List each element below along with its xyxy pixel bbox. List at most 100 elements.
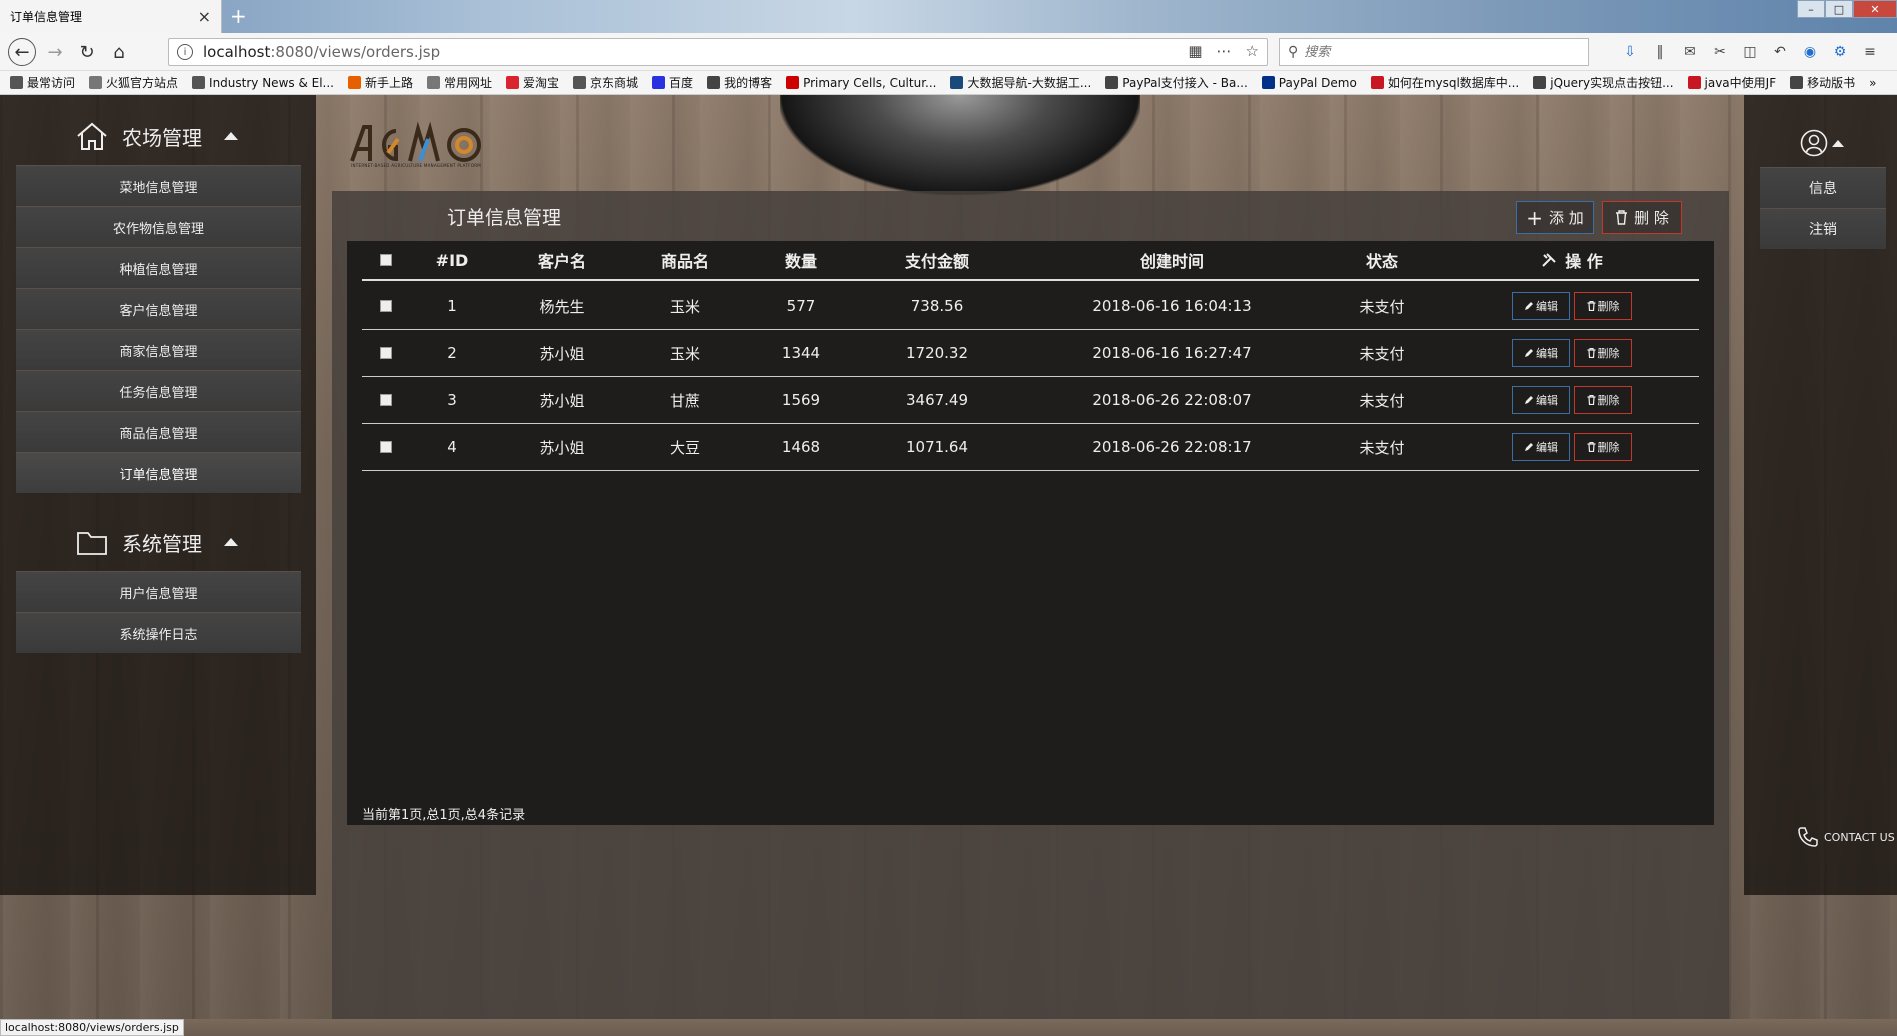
edit-button[interactable]: 编辑 bbox=[1512, 292, 1570, 320]
sidebar-item[interactable]: 农作物信息管理 bbox=[16, 206, 301, 247]
sidebar-item[interactable]: 种植信息管理 bbox=[16, 247, 301, 288]
url-bar[interactable]: i localhost:8080/views/orders.jsp ▦ ⋯ ☆ bbox=[168, 38, 1268, 66]
sidebar-item[interactable]: 用户信息管理 bbox=[16, 571, 301, 612]
col-amount[interactable]: 支付金额 bbox=[872, 241, 1002, 279]
bookmark-item[interactable]: java中使用JF bbox=[1687, 74, 1776, 91]
row-select-cell bbox=[376, 424, 396, 470]
bookmark-item[interactable]: 常用网址 bbox=[427, 74, 492, 91]
back-arrow-icon[interactable]: ← bbox=[8, 38, 36, 66]
bookmark-label: 大数据导航-大数据工... bbox=[967, 76, 1092, 90]
col-customer[interactable]: 客户名 bbox=[512, 241, 612, 279]
delete-button[interactable]: 删 除 bbox=[1602, 201, 1682, 234]
edit-button-label: 编辑 bbox=[1536, 300, 1558, 313]
page-actions-icon[interactable]: ⋯ bbox=[1217, 42, 1232, 60]
edit-button[interactable]: 编辑 bbox=[1512, 339, 1570, 367]
close-window-icon[interactable]: ✕ bbox=[1853, 0, 1897, 18]
bookmark-label: jQuery实现点击按钮... bbox=[1550, 76, 1674, 90]
row-delete-button[interactable]: 删除 bbox=[1574, 386, 1632, 414]
forward-arrow-icon[interactable]: → bbox=[42, 40, 68, 64]
contact-link[interactable]: CONTACT US bbox=[1796, 825, 1895, 849]
screenshot-icon[interactable]: ✂ bbox=[1710, 42, 1730, 62]
extension-icon[interactable]: ⚙ bbox=[1830, 42, 1850, 62]
col-quantity[interactable]: 数量 bbox=[756, 241, 846, 279]
bookmark-item[interactable]: PayPal支付接入 - Ba... bbox=[1105, 74, 1248, 91]
col-product[interactable]: 商品名 bbox=[630, 241, 740, 279]
edit-button[interactable]: 编辑 bbox=[1512, 386, 1570, 414]
pencil-icon bbox=[1525, 443, 1533, 451]
sidebar-item[interactable]: 商家信息管理 bbox=[16, 329, 301, 370]
bookmark-item[interactable]: 最常访问 bbox=[10, 74, 75, 91]
sync-icon[interactable]: ◉ bbox=[1800, 42, 1820, 62]
row-actions-cell: 编辑 删除 bbox=[1492, 377, 1652, 423]
row-delete-button[interactable]: 删除 bbox=[1574, 433, 1632, 461]
tab-close-icon[interactable]: × bbox=[198, 7, 211, 26]
bookmark-item[interactable]: 火狐官方站点 bbox=[89, 74, 178, 91]
col-id[interactable]: #ID bbox=[422, 241, 482, 279]
caret-up-icon bbox=[1832, 139, 1844, 147]
edit-button[interactable]: 编辑 bbox=[1512, 433, 1570, 461]
cell-amount: 1720.32 bbox=[905, 344, 969, 362]
reload-icon[interactable]: ↻ bbox=[74, 40, 100, 64]
sidebar-item[interactable]: 订单信息管理 bbox=[16, 452, 301, 493]
bookmark-item[interactable]: PayPal Demo bbox=[1261, 76, 1357, 90]
browser-tab-strip: 订单信息管理 × + – □ ✕ bbox=[0, 0, 1897, 33]
search-bar[interactable]: ⚲ bbox=[1279, 38, 1589, 66]
row-actions-cell: 编辑 删除 bbox=[1492, 330, 1652, 376]
sidebar-icon[interactable]: ◫ bbox=[1740, 42, 1760, 62]
sidebar-item[interactable]: 系统操作日志 bbox=[16, 612, 301, 653]
qr-code-icon[interactable]: ▦ bbox=[1188, 42, 1202, 60]
row-checkbox[interactable] bbox=[380, 347, 392, 359]
sidebar-item[interactable]: 菜地信息管理 bbox=[16, 165, 301, 206]
user-menu-item[interactable]: 信息 bbox=[1760, 167, 1886, 208]
url-text[interactable]: localhost:8080/views/orders.jsp bbox=[203, 43, 440, 61]
menu-icon[interactable]: ≡ bbox=[1860, 42, 1880, 62]
chat-icon[interactable]: ✉ bbox=[1680, 42, 1700, 62]
row-delete-button[interactable]: 删除 bbox=[1574, 292, 1632, 320]
user-menu-item[interactable]: 注销 bbox=[1760, 208, 1886, 249]
bookmark-item[interactable]: 大数据导航-大数据工... bbox=[950, 74, 1091, 91]
new-tab-button[interactable]: + bbox=[230, 4, 247, 28]
page-title: 订单信息管理 bbox=[447, 207, 562, 229]
more-bookmarks-chevron-icon[interactable]: » bbox=[1869, 76, 1876, 90]
bookmark-item[interactable]: 如何在mysql数据库中... bbox=[1370, 74, 1519, 91]
browser-tab[interactable]: 订单信息管理 × bbox=[0, 0, 222, 33]
globe-icon bbox=[573, 76, 587, 89]
col-created[interactable]: 创建时间 bbox=[1062, 241, 1282, 279]
select-all-checkbox[interactable] bbox=[380, 254, 392, 266]
app-logo bbox=[350, 121, 481, 162]
row-actions-cell: 编辑 删除 bbox=[1492, 424, 1652, 470]
bookmark-item[interactable]: 爱淘宝 bbox=[506, 74, 559, 91]
bookmark-item[interactable]: 京东商城 bbox=[573, 74, 638, 91]
undo-icon[interactable]: ↶ bbox=[1770, 42, 1790, 62]
farm-menu-header[interactable]: 农场管理 bbox=[76, 121, 238, 151]
download-icon[interactable]: ⇩ bbox=[1620, 42, 1640, 62]
library-icon[interactable]: ‖ bbox=[1650, 42, 1670, 62]
search-input[interactable] bbox=[1304, 44, 1565, 60]
add-button[interactable]: + 添 加 bbox=[1516, 201, 1594, 234]
minimize-icon[interactable]: – bbox=[1797, 0, 1825, 18]
bookmark-item[interactable]: 百度 bbox=[652, 74, 693, 91]
bookmark-label: 常用网址 bbox=[444, 76, 493, 90]
row-checkbox[interactable] bbox=[380, 441, 392, 453]
sidebar-item[interactable]: 任务信息管理 bbox=[16, 370, 301, 411]
bookmark-item[interactable]: Industry News & El... bbox=[192, 76, 334, 90]
bookmark-item[interactable]: Primary Cells, Cultur... bbox=[786, 76, 936, 90]
user-menu-toggle[interactable] bbox=[1800, 129, 1844, 157]
home-icon[interactable]: ⌂ bbox=[106, 40, 132, 64]
maximize-icon[interactable]: □ bbox=[1825, 0, 1853, 18]
sidebar-item[interactable]: 客户信息管理 bbox=[16, 288, 301, 329]
blog-icon bbox=[1533, 76, 1547, 89]
bookmark-item[interactable]: 新手上路 bbox=[347, 74, 413, 91]
bookmark-item[interactable]: jQuery实现点击按钮... bbox=[1533, 74, 1674, 91]
info-icon[interactable]: i bbox=[177, 44, 193, 60]
sidebar-item[interactable]: 商品信息管理 bbox=[16, 411, 301, 452]
col-status[interactable]: 状态 bbox=[1332, 241, 1432, 279]
phone-icon bbox=[1798, 827, 1818, 847]
system-menu-header[interactable]: 系统管理 bbox=[76, 527, 238, 557]
row-delete-button[interactable]: 删除 bbox=[1574, 339, 1632, 367]
bookmark-item[interactable]: 移动版书 bbox=[1790, 74, 1855, 91]
bookmark-star-icon[interactable]: ☆ bbox=[1246, 42, 1259, 60]
row-checkbox[interactable] bbox=[380, 300, 392, 312]
bookmark-item[interactable]: 我的博客 bbox=[707, 74, 772, 91]
row-checkbox[interactable] bbox=[380, 394, 392, 406]
